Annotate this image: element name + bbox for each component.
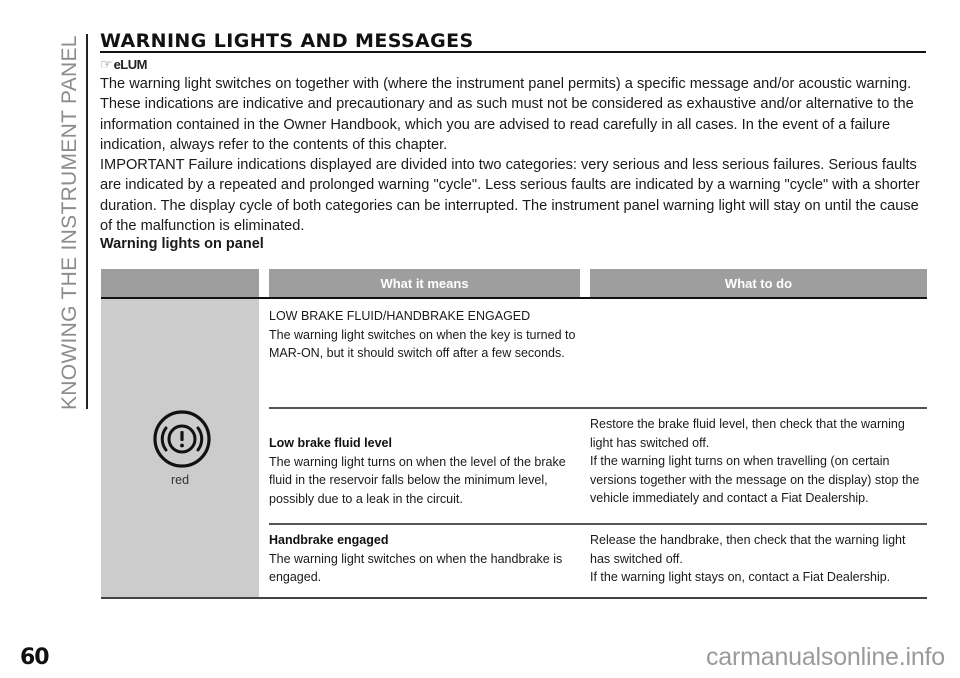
language-code: eLUM bbox=[113, 56, 148, 72]
row-divider bbox=[269, 523, 927, 525]
what-to-do-cell: Release the handbrake, then check that t… bbox=[590, 531, 927, 587]
warning-light-cell: red bbox=[101, 299, 259, 597]
intro-text: The warning light switches on together w… bbox=[100, 74, 935, 236]
action-text-secondary: If the warning light turns on when trave… bbox=[590, 454, 920, 505]
watermark: carmanualsonline.info bbox=[705, 643, 945, 671]
table-bottom-rule bbox=[101, 597, 927, 599]
side-divider bbox=[86, 34, 88, 409]
column-header-what-to-do: What to do bbox=[590, 269, 927, 297]
section-title: WARNING LIGHTS AND MESSAGES bbox=[100, 30, 474, 52]
warning-lights-table: What it means What to do red LOW BRAKE F… bbox=[101, 269, 927, 599]
table-header: What it means What to do bbox=[101, 269, 927, 299]
language-marker: ☞ eLUM bbox=[100, 55, 147, 73]
row-description: The warning light turns on when the leve… bbox=[269, 454, 566, 506]
column-header-what-it-means: What it means bbox=[269, 269, 580, 297]
table-subheading: Warning lights on panel bbox=[100, 236, 264, 252]
table-body: red LOW BRAKE FLUID/HANDBRAKE ENGAGED Th… bbox=[101, 299, 927, 599]
side-running-title: KNOWING THE INSTRUMENT PANEL bbox=[58, 35, 81, 410]
column-header-light bbox=[101, 269, 259, 297]
what-it-means-cell: Handbrake engaged The warning light swit… bbox=[269, 531, 580, 587]
action-text-secondary: If the warning light stays on, contact a… bbox=[590, 570, 891, 584]
what-to-do-cell: Restore the brake fluid level, then chec… bbox=[590, 415, 927, 508]
action-text: Restore the brake fluid level, then chec… bbox=[590, 417, 905, 450]
what-it-means-cell: LOW BRAKE FLUID/HANDBRAKE ENGAGED The wa… bbox=[269, 307, 580, 363]
pointing-hand-icon: ☞ bbox=[100, 55, 113, 72]
title-divider bbox=[100, 51, 926, 53]
row-description: The warning light switches on when the h… bbox=[269, 551, 563, 585]
row-divider bbox=[269, 407, 927, 409]
row-heading: LOW BRAKE FLUID/HANDBRAKE ENGAGED bbox=[269, 309, 531, 323]
action-text: Release the handbrake, then check that t… bbox=[590, 533, 906, 566]
row-title: Low brake fluid level bbox=[269, 436, 392, 450]
row-title: Handbrake engaged bbox=[269, 533, 389, 547]
row-description: The warning light switches on when the k… bbox=[269, 327, 576, 361]
what-it-means-cell: Low brake fluid level The warning light … bbox=[269, 434, 580, 508]
intro-paragraph: The warning light switches on together w… bbox=[100, 76, 914, 153]
warning-light-color: red bbox=[170, 473, 190, 487]
important-paragraph: IMPORTANT Failure indications displayed … bbox=[100, 157, 920, 235]
brake-warning-icon bbox=[152, 409, 212, 469]
page-number: 60 bbox=[20, 645, 50, 670]
